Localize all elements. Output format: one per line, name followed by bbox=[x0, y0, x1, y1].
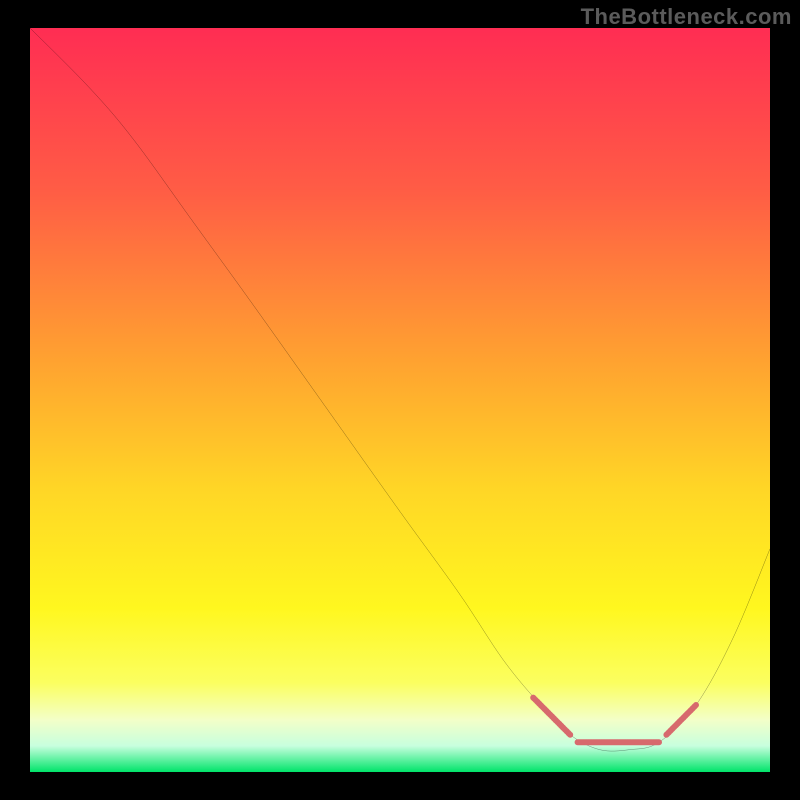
chart-svg bbox=[30, 28, 770, 772]
chart-frame: TheBottleneck.com bbox=[0, 0, 800, 800]
plot-area bbox=[30, 28, 770, 772]
gradient-rect bbox=[30, 28, 770, 772]
watermark-text: TheBottleneck.com bbox=[581, 4, 792, 30]
